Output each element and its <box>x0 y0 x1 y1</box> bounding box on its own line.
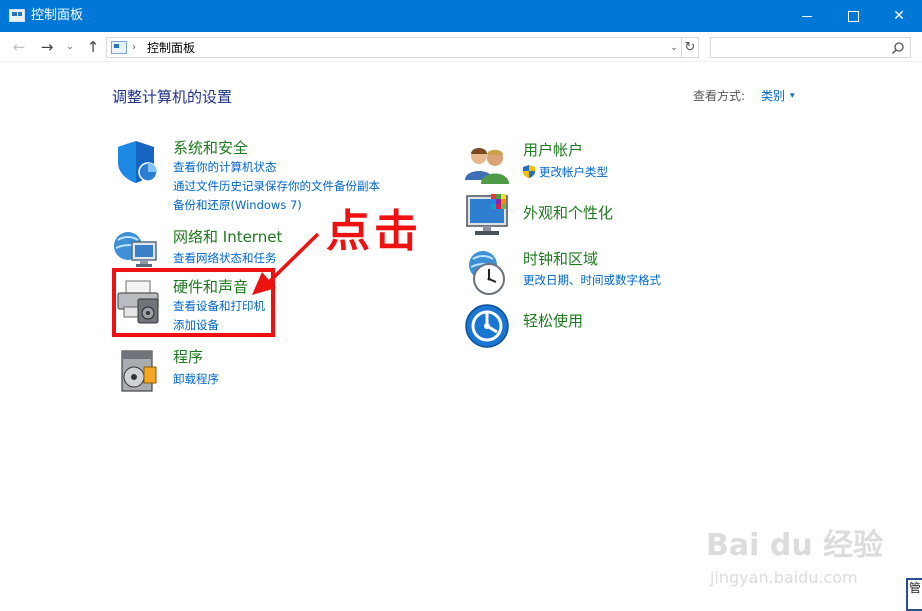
watermark: Bai du 经验 jingyan.baidu.com <box>706 520 883 598</box>
link-change-date-time-format[interactable]: 更改日期、时间或数字格式 <box>523 272 661 288</box>
category-ease-of-access[interactable]: 轻松使用 <box>523 311 583 331</box>
network-icon[interactable] <box>112 224 160 272</box>
users-icon[interactable] <box>463 140 511 188</box>
page-title: 调整计算机的设置 <box>112 88 233 106</box>
maximize-button[interactable] <box>830 0 876 32</box>
up-arrow-icon[interactable]: ↑ <box>84 37 102 57</box>
search-input[interactable] <box>715 39 885 56</box>
control-panel-icon <box>9 9 25 22</box>
refresh-button[interactable]: ↻ <box>681 38 698 57</box>
uac-shield-icon <box>523 165 535 178</box>
search-icon[interactable] <box>891 41 905 55</box>
programs-icon[interactable] <box>114 347 162 395</box>
category-programs[interactable]: 程序 <box>173 347 203 367</box>
search-box[interactable] <box>710 37 911 58</box>
category-user-accounts[interactable]: 用户帐户 <box>523 140 583 160</box>
address-bar[interactable]: › 控制面板 ⌄ ↻ <box>106 37 699 58</box>
recent-locations-icon[interactable]: ⌄ <box>64 37 76 57</box>
link-uninstall-program[interactable]: 卸载程序 <box>173 371 219 387</box>
link-change-account-type[interactable]: 更改帐户类型 <box>539 164 608 180</box>
link-network-status[interactable]: 查看网络状态和任务 <box>173 250 277 266</box>
watermark-brand: Bai du 经验 <box>706 528 884 563</box>
category-system-security[interactable]: 系统和安全 <box>173 138 248 158</box>
corner-tab[interactable]: 管 <box>906 578 922 611</box>
view-by-dropdown[interactable]: 类别 <box>761 87 785 105</box>
navigation-bar: ← → ⌄ ↑ › 控制面板 ⌄ ↻ <box>0 32 922 62</box>
view-by-label: 查看方式: <box>693 89 746 103</box>
category-appearance[interactable]: 外观和个性化 <box>523 203 613 223</box>
monitor-icon[interactable] <box>463 192 511 240</box>
category-network-internet[interactable]: 网络和 Internet <box>173 227 282 247</box>
window-title: 控制面板 <box>31 8 84 23</box>
shield-icon[interactable] <box>112 138 160 186</box>
category-clock-region[interactable]: 时钟和区域 <box>523 249 598 269</box>
forward-arrow-icon[interactable]: → <box>38 37 56 57</box>
close-button[interactable]: ✕ <box>876 0 922 32</box>
address-dropdown-icon[interactable]: ⌄ <box>667 39 681 57</box>
breadcrumb[interactable]: 控制面板 <box>147 39 195 57</box>
annotation-label: 点击 <box>326 206 422 257</box>
back-arrow-icon[interactable]: ← <box>10 37 28 57</box>
control-panel-icon <box>111 41 127 54</box>
breadcrumb-separator[interactable]: › <box>132 39 136 57</box>
minimize-button[interactable] <box>784 0 830 32</box>
link-backup-restore[interactable]: 备份和还原(Windows 7) <box>173 197 302 213</box>
watermark-url: jingyan.baidu.com <box>710 568 858 587</box>
highlight-box <box>112 268 275 337</box>
link-view-computer-status[interactable]: 查看你的计算机状态 <box>173 159 277 175</box>
ease-of-access-icon[interactable] <box>463 302 511 350</box>
link-file-history[interactable]: 通过文件历史记录保存你的文件备份副本 <box>173 178 380 194</box>
title-bar: 控制面板 ✕ <box>0 0 922 32</box>
clock-globe-icon[interactable] <box>463 249 511 297</box>
chevron-down-icon[interactable]: ▾ <box>790 87 795 105</box>
